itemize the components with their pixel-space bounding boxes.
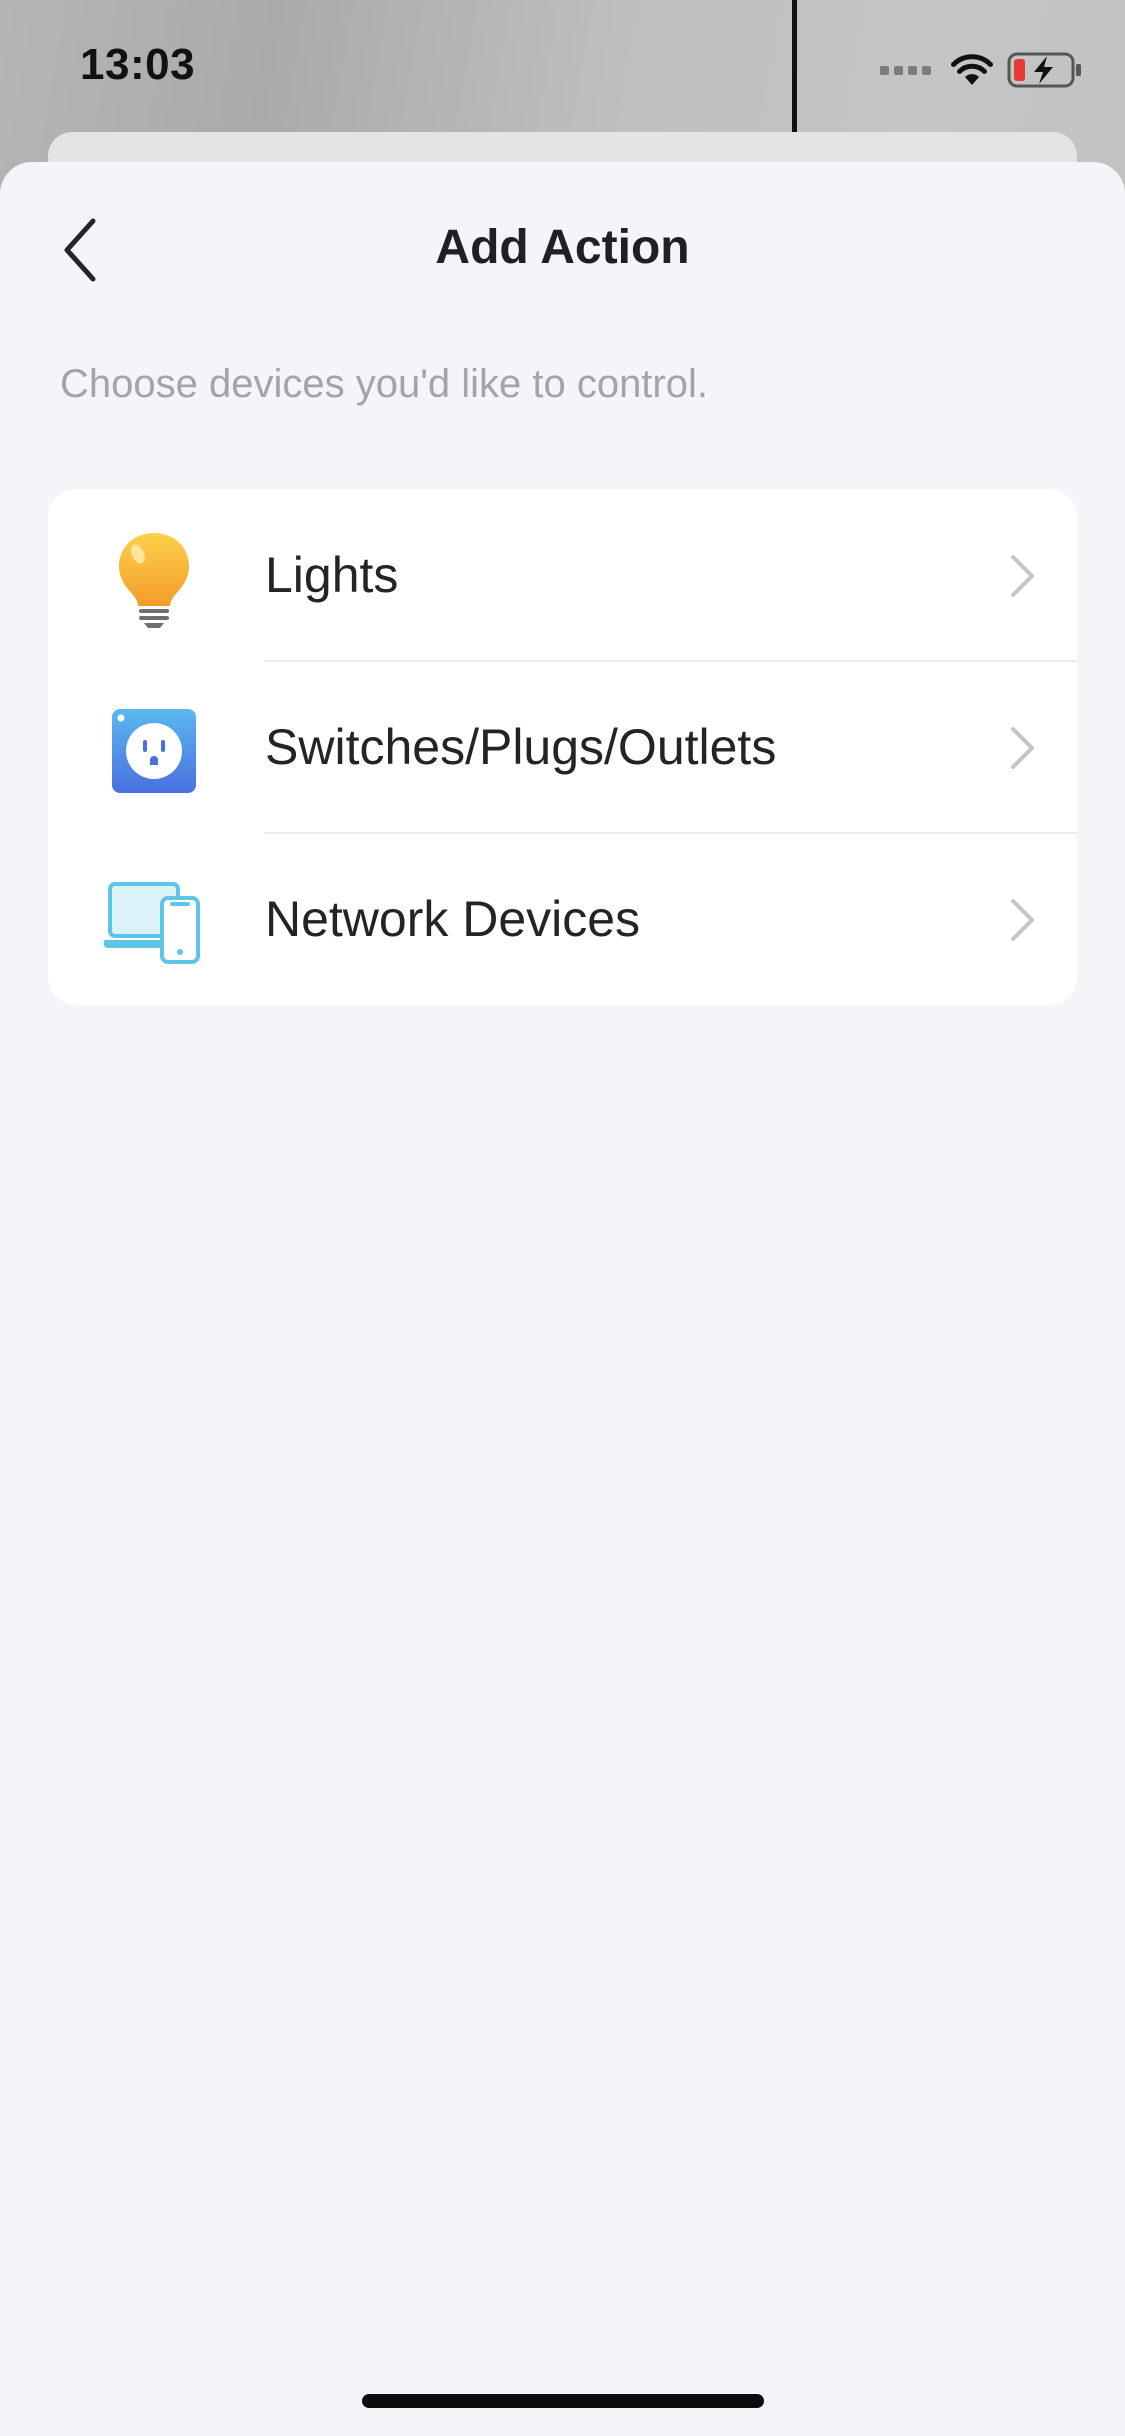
status-bar: 13:03 [0, 0, 1125, 135]
light-bulb-icon [104, 529, 204, 629]
chevron-right-icon [1011, 555, 1034, 597]
page-title: Add Action [435, 221, 690, 274]
signal-dots-icon [880, 65, 931, 75]
list-item-label: Network Devices [265, 891, 641, 947]
home-indicator[interactable] [362, 2394, 764, 2408]
smart-plug-icon [104, 701, 204, 801]
chevron-right-icon [1011, 899, 1034, 941]
chevron-right-icon [1011, 727, 1034, 769]
list-item-switches-plugs-outlets[interactable]: Switches/Plugs/Outlets [48, 661, 1077, 833]
list-item-lights[interactable]: Lights [48, 489, 1077, 661]
status-time: 13:03 [80, 40, 196, 89]
network-devices-icon [104, 873, 204, 973]
navigation-bar: Add Action [0, 162, 1125, 332]
list-item-network-devices[interactable]: Network Devices [48, 833, 1077, 1005]
device-category-list: Lights Switches/Plugs/Outlets Network De… [48, 489, 1077, 1005]
list-item-label: Switches/Plugs/Outlets [265, 719, 777, 775]
page-subtitle: Choose devices you'd like to control. [60, 362, 708, 406]
status-icons [880, 50, 1083, 90]
screen: 13:03 Add Action Choose devices you'd li… [0, 0, 1125, 2436]
wifi-icon [951, 54, 993, 85]
battery-charging-icon [1007, 52, 1081, 88]
add-action-sheet: Add Action Choose devices you'd like to … [0, 162, 1125, 2436]
list-item-label: Lights [265, 547, 399, 603]
